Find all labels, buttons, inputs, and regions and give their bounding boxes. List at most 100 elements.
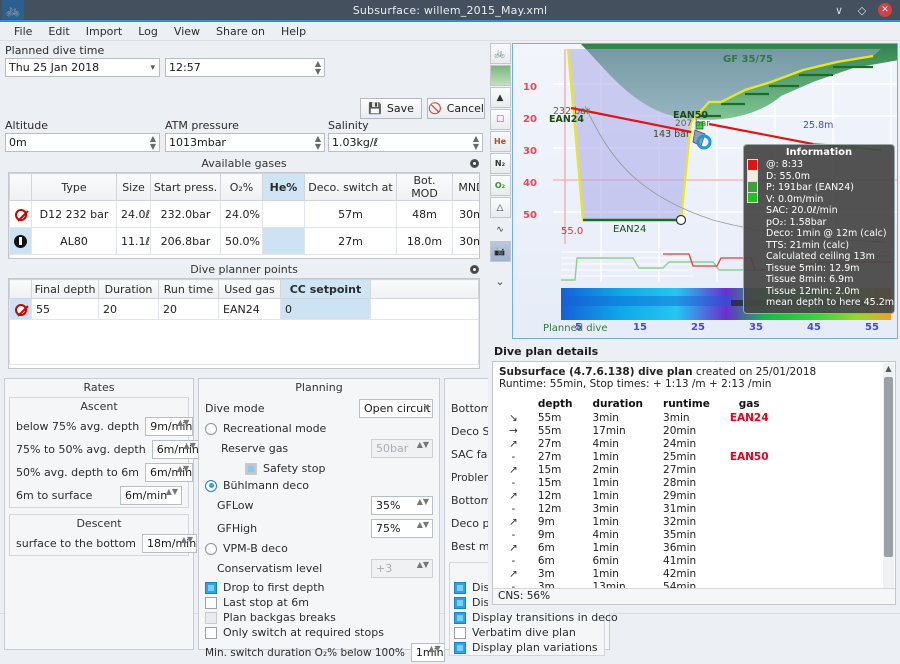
- tissue-graph-icon[interactable]: △: [490, 197, 511, 218]
- spinner-icon[interactable]: ▲▼: [184, 442, 196, 450]
- display-plan-variations-checkbox[interactable]: [454, 642, 466, 654]
- drop-first-depth-row[interactable]: Drop to first depth: [199, 580, 439, 595]
- float-dock-icon[interactable]: [470, 265, 479, 274]
- col-run-time[interactable]: Run time: [159, 280, 219, 299]
- menu-share-on[interactable]: Share on: [208, 24, 273, 39]
- gfhigh-input[interactable]: 75% ▲▼: [371, 519, 433, 538]
- cell-deco-switch[interactable]: 57m: [305, 201, 397, 228]
- chevron-down-icon[interactable]: ▾: [424, 404, 429, 412]
- menu-help[interactable]: Help: [273, 24, 314, 39]
- n2-icon[interactable]: N₂: [490, 153, 511, 174]
- display-transitions-in-deco-checkbox[interactable]: [454, 612, 466, 624]
- buhlmann-deco-row[interactable]: Bühlmann deco: [199, 477, 439, 494]
- display-runtime-checkbox[interactable]: [454, 582, 466, 594]
- col-duration[interactable]: Duration: [99, 280, 159, 299]
- dive-profile-chart[interactable]: 10 20 30 40 50 5 15 25 35 45 55 GF 35/75…: [512, 43, 898, 339]
- spinner-icon[interactable]: ▲▼: [177, 465, 189, 473]
- verbatim-dive-plan-checkbox[interactable]: [454, 627, 466, 639]
- recreational-mode-row[interactable]: Recreational mode: [199, 420, 439, 437]
- spinner-icon[interactable]: ▲▼: [150, 135, 156, 151]
- ascent-rate-below-75[interactable]: 9m/min ▲▼: [145, 417, 193, 436]
- salinity-input[interactable]: 1.03kg/ℓ ▲▼: [328, 133, 483, 152]
- table-row[interactable]: D12 232 bar 24.0ℓ 232.0bar 24.0% 57m 48m…: [10, 201, 481, 228]
- tank-icon[interactable]: [14, 235, 27, 248]
- gflow-input[interactable]: 35% ▲▼: [371, 496, 433, 515]
- atm-pressure-input[interactable]: 1013mbar ▲▼: [165, 133, 325, 152]
- col-handle[interactable]: [10, 174, 32, 201]
- last-stop-row[interactable]: Last stop at 6m: [199, 595, 439, 610]
- dive-planner-points-table[interactable]: Final depth Duration Run time Used gas C…: [9, 279, 479, 365]
- spinner-icon[interactable]: ▲▼: [417, 521, 429, 529]
- float-dock-icon[interactable]: [470, 159, 479, 168]
- cell-bot-mod[interactable]: 48m: [397, 201, 453, 228]
- dive-time-input[interactable]: 12:57 ▲▼: [165, 58, 325, 77]
- he-icon[interactable]: He: [490, 131, 511, 152]
- cell-cc-setpoint[interactable]: 0: [281, 299, 371, 320]
- scrollbar-thumb[interactable]: [884, 377, 893, 557]
- row-icon-cell[interactable]: [10, 299, 32, 320]
- minimize-button[interactable]: ∨: [832, 3, 846, 17]
- calculated-ceiling-icon[interactable]: ☐: [490, 109, 511, 130]
- menu-file[interactable]: File: [6, 24, 40, 39]
- scroll-up-arrow-icon[interactable]: ▲: [883, 364, 894, 373]
- only-switch-row[interactable]: Only switch at required stops: [199, 625, 439, 640]
- verbatim-dive-plan-row[interactable]: Verbatim dive plan: [450, 625, 604, 640]
- col-mnd[interactable]: MND: [453, 174, 481, 201]
- col-filler[interactable]: [371, 280, 479, 299]
- col-cc-setpoint[interactable]: CC setpoint: [281, 280, 371, 299]
- table-row[interactable]: 55 20 20 EAN24 0: [10, 299, 479, 320]
- cell-duration[interactable]: 20: [99, 299, 159, 320]
- cell-type[interactable]: D12 232 bar: [32, 201, 117, 228]
- menu-log[interactable]: Log: [130, 24, 166, 39]
- no-entry-icon[interactable]: [15, 304, 27, 316]
- cell-o2[interactable]: 24.0%: [221, 201, 263, 228]
- only-switch-required-stops-checkbox[interactable]: [205, 627, 217, 639]
- chevron-down-icon[interactable]: ⌄: [495, 275, 504, 288]
- ceiling-fill-icon[interactable]: [490, 65, 511, 86]
- plan-details-scrollbar[interactable]: ▲ ▼: [883, 363, 894, 603]
- col-start-press[interactable]: Start press.: [151, 174, 221, 201]
- cell-he[interactable]: [263, 201, 305, 228]
- dive-mode-select[interactable]: Open circuit ▾: [359, 399, 433, 418]
- spinner-icon[interactable]: ▲▼: [181, 536, 193, 544]
- cell-mnd[interactable]: 30m: [453, 228, 481, 255]
- col-size[interactable]: Size: [117, 174, 151, 201]
- heartrate-icon[interactable]: ∿: [490, 219, 511, 240]
- col-handle[interactable]: [10, 280, 32, 299]
- spinner-icon[interactable]: ▲▼: [166, 488, 178, 496]
- col-o2[interactable]: O₂%: [221, 174, 263, 201]
- spinner-icon[interactable]: ▲▼: [315, 60, 321, 76]
- menu-view[interactable]: View: [166, 24, 208, 39]
- buhlmann-deco-radio[interactable]: [205, 480, 217, 492]
- dive-plan-details-box[interactable]: Subsurface (4.7.6.138) dive plan created…: [492, 361, 896, 605]
- recreational-mode-radio[interactable]: [205, 423, 217, 435]
- cell-run-time[interactable]: 20: [159, 299, 219, 320]
- cell-start-press[interactable]: 206.8bar: [151, 228, 221, 255]
- cell-final-depth[interactable]: 55: [32, 299, 99, 320]
- row-icon-cell[interactable]: [10, 201, 32, 228]
- cell-used-gas[interactable]: EAN24: [219, 299, 281, 320]
- altitude-input[interactable]: 0m ▲▼: [5, 133, 160, 152]
- col-he[interactable]: He%: [263, 174, 305, 201]
- last-stop-at-6m-checkbox[interactable]: [205, 597, 217, 609]
- drop-to-first-depth-checkbox[interactable]: [205, 582, 217, 594]
- col-bot-mod[interactable]: Bot. MOD: [397, 174, 453, 201]
- menu-import[interactable]: Import: [78, 24, 131, 39]
- cell-start-press[interactable]: 232.0bar: [151, 201, 221, 228]
- cell-he[interactable]: [263, 228, 305, 255]
- spinner-icon[interactable]: ▲▼: [177, 419, 189, 427]
- available-gases-table[interactable]: Type Size Start press. O₂% He% Deco. swi…: [9, 173, 480, 259]
- spinner-icon[interactable]: ▲▼: [417, 498, 429, 506]
- cell-deco-switch[interactable]: 27m: [305, 228, 397, 255]
- cell-size[interactable]: 24.0ℓ: [117, 201, 151, 228]
- cell-o2[interactable]: 50.0%: [221, 228, 263, 255]
- maximize-button[interactable]: ◇: [855, 3, 869, 17]
- min-switch-duration-input[interactable]: 1min ▲▼: [411, 643, 445, 662]
- cancel-button[interactable]: 🚫 Cancel: [427, 98, 485, 119]
- table-row[interactable]: AL80 11.1ℓ 206.8bar 50.0% 27m 18.0m 30m …: [10, 228, 481, 255]
- vpmb-deco-row[interactable]: VPM-B deco: [199, 540, 439, 557]
- col-used-gas[interactable]: Used gas: [219, 280, 281, 299]
- diver-profile-icon[interactable]: 🚲: [490, 43, 511, 64]
- spinner-icon[interactable]: ▲▼: [315, 135, 321, 151]
- ascent-rate-75-to-50[interactable]: 6m/min ▲▼: [152, 440, 200, 459]
